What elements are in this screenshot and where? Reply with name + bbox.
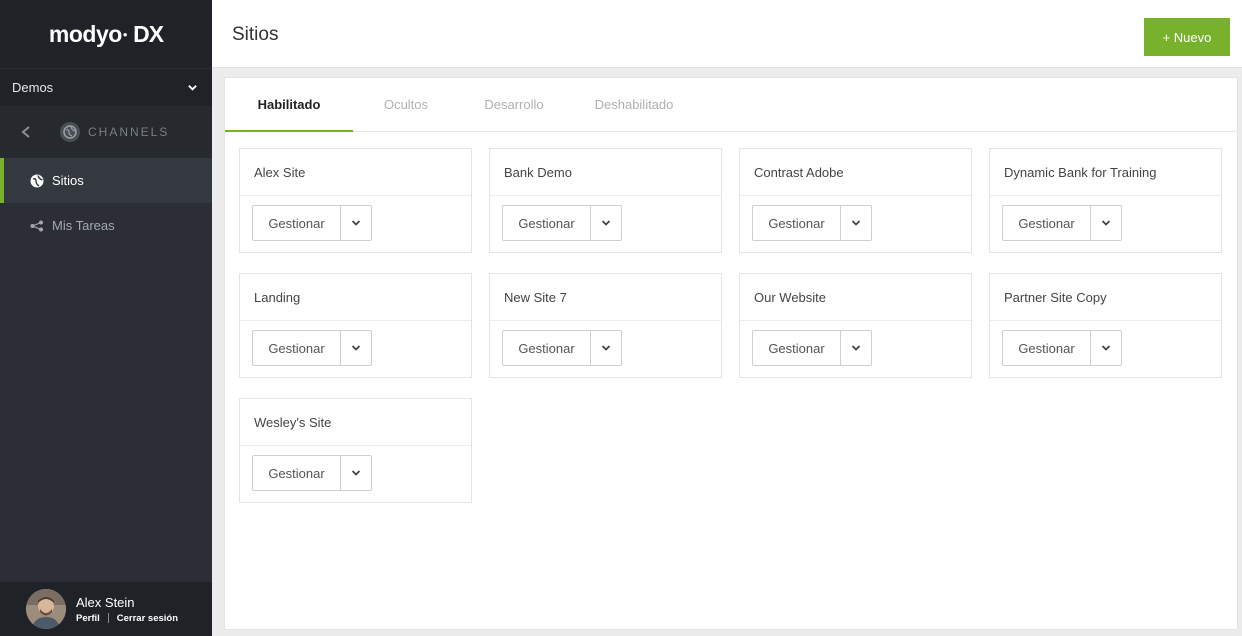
logo-dx: DX: [133, 20, 164, 47]
dropdown-toggle[interactable]: [1091, 331, 1121, 365]
channels-header: CHANNELS: [0, 106, 212, 158]
manage-button[interactable]: Gestionar: [503, 206, 591, 240]
manage-split-button: Gestionar: [252, 455, 372, 491]
site-card: Partner Site Copy Gestionar: [989, 273, 1222, 378]
site-name[interactable]: Contrast Adobe: [740, 149, 971, 196]
share-icon: [30, 220, 44, 232]
dropdown-toggle[interactable]: [1091, 206, 1121, 240]
dropdown-toggle[interactable]: [341, 206, 371, 240]
tab-ocultos[interactable]: Ocultos: [353, 77, 459, 131]
new-site-button[interactable]: + Nuevo: [1144, 18, 1230, 56]
chevron-down-icon: [1101, 345, 1111, 351]
chevron-down-icon: [1101, 220, 1111, 226]
brand-logo[interactable]: modyo ● DX: [0, 0, 212, 68]
manage-split-button: Gestionar: [502, 205, 622, 241]
site-card: Contrast Adobe Gestionar: [739, 148, 972, 253]
sites-grid: Alex Site Gestionar Bank Demo Gestionar …: [239, 148, 1225, 503]
logo-text: modyo: [48, 20, 122, 47]
manage-button[interactable]: Gestionar: [753, 206, 841, 240]
site-card: Our Website Gestionar: [739, 273, 972, 378]
channels-globe-icon: [60, 122, 80, 142]
chevron-down-icon: [351, 345, 361, 351]
dropdown-toggle[interactable]: [591, 331, 621, 365]
divider: [107, 613, 109, 623]
site-card: Dynamic Bank for Training Gestionar: [989, 148, 1222, 253]
site-card: Wesley's Site Gestionar: [239, 398, 472, 503]
manage-button[interactable]: Gestionar: [253, 331, 341, 365]
chevron-down-icon: [351, 220, 361, 226]
sidebar-item-label: Mis Tareas: [52, 218, 115, 233]
manage-split-button: Gestionar: [752, 205, 872, 241]
sidebar: modyo ● DX Demos CHANNELS Sitios Mis Tare…: [0, 0, 212, 636]
site-name[interactable]: Alex Site: [240, 149, 471, 196]
manage-button[interactable]: Gestionar: [753, 331, 841, 365]
user-panel: Alex Stein Perfil Cerrar sesión: [0, 582, 212, 636]
dropdown-toggle[interactable]: [341, 456, 371, 490]
chevron-down-icon: [851, 345, 861, 351]
page-title: Sitios: [232, 24, 279, 45]
manage-button[interactable]: Gestionar: [253, 206, 341, 240]
globe-icon: [30, 174, 44, 188]
manage-split-button: Gestionar: [502, 330, 622, 366]
manage-split-button: Gestionar: [1002, 205, 1122, 241]
back-chevron-icon[interactable]: [20, 125, 32, 139]
sidebar-item-label: Sitios: [52, 173, 84, 188]
site-name[interactable]: Our Website: [740, 274, 971, 321]
chevron-down-icon: [188, 85, 197, 91]
profile-link[interactable]: Perfil: [76, 613, 100, 624]
sidebar-item-sitios[interactable]: Sitios: [0, 158, 212, 203]
logo-dot: ●: [122, 29, 128, 39]
status-tabs: Habilitado Ocultos Desarrollo Deshabilit…: [225, 78, 1237, 132]
manage-button[interactable]: Gestionar: [253, 456, 341, 490]
tab-desarrollo[interactable]: Desarrollo: [459, 77, 569, 131]
manage-split-button: Gestionar: [252, 330, 372, 366]
tab-deshabilitado[interactable]: Deshabilitado: [569, 77, 699, 131]
site-name[interactable]: Landing: [240, 274, 471, 321]
site-name[interactable]: Bank Demo: [490, 149, 721, 196]
site-card: Bank Demo Gestionar: [489, 148, 722, 253]
tab-habilitado[interactable]: Habilitado: [225, 77, 353, 132]
manage-split-button: Gestionar: [752, 330, 872, 366]
dropdown-toggle[interactable]: [841, 206, 871, 240]
avatar[interactable]: [26, 589, 66, 629]
manage-button[interactable]: Gestionar: [503, 331, 591, 365]
dropdown-toggle[interactable]: [341, 331, 371, 365]
site-name[interactable]: Wesley's Site: [240, 399, 471, 446]
manage-button[interactable]: Gestionar: [1003, 206, 1091, 240]
org-name: Demos: [12, 80, 54, 95]
dropdown-toggle[interactable]: [591, 206, 621, 240]
manage-split-button: Gestionar: [252, 205, 372, 241]
chevron-down-icon: [601, 345, 611, 351]
manage-split-button: Gestionar: [1002, 330, 1122, 366]
site-card: New Site 7 Gestionar: [489, 273, 722, 378]
site-name[interactable]: Dynamic Bank for Training: [990, 149, 1221, 196]
sidebar-item-mis-tareas[interactable]: Mis Tareas: [0, 203, 212, 248]
org-selector[interactable]: Demos: [0, 68, 212, 106]
site-name[interactable]: New Site 7: [490, 274, 721, 321]
chevron-down-icon: [351, 470, 361, 476]
channels-label: CHANNELS: [88, 125, 170, 139]
logout-link[interactable]: Cerrar sesión: [117, 613, 178, 624]
sites-panel: Habilitado Ocultos Desarrollo Deshabilit…: [224, 77, 1238, 630]
site-name[interactable]: Partner Site Copy: [990, 274, 1221, 321]
site-card: Landing Gestionar: [239, 273, 472, 378]
chevron-down-icon: [601, 220, 611, 226]
site-card: Alex Site Gestionar: [239, 148, 472, 253]
chevron-down-icon: [851, 220, 861, 226]
top-bar: Sitios + Nuevo: [212, 0, 1242, 68]
dropdown-toggle[interactable]: [841, 331, 871, 365]
manage-button[interactable]: Gestionar: [1003, 331, 1091, 365]
user-name: Alex Stein: [76, 594, 135, 610]
